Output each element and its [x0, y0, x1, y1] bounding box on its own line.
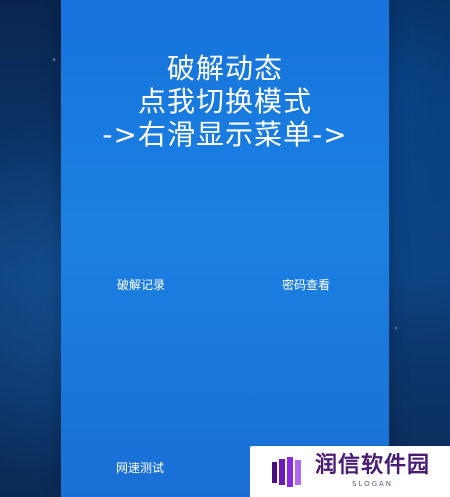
menu-item-network-speed-test[interactable]: 网速测试: [116, 462, 164, 474]
mode-switch-title[interactable]: 破解动态 点我切换模式 ->右滑显示菜单->: [61, 52, 389, 151]
app-screen: 破解动态 点我切换模式 ->右滑显示菜单-> 破解记录 密码查看 网速测试 润信…: [0, 0, 450, 497]
purple-bars-logo-icon: [272, 456, 301, 487]
menu-item-password-view[interactable]: 密码查看: [282, 279, 330, 291]
title-line-status: 破解动态: [166, 52, 283, 85]
main-panel[interactable]: 破解动态 点我切换模式 ->右滑显示菜单-> 破解记录 密码查看 网速测试: [61, 0, 389, 497]
title-line-mode: 点我切换模式: [137, 85, 312, 119]
site-watermark: 润信软件园 SLOGAN: [250, 446, 450, 497]
menu-item-crack-records[interactable]: 破解记录: [117, 279, 165, 291]
watermark-slogan: SLOGAN: [351, 480, 394, 488]
title-line-swipe-hint: ->右滑显示菜单->: [102, 118, 348, 152]
watermark-text-group: 润信软件园 SLOGAN: [315, 455, 430, 488]
watermark-brand: 润信软件园: [315, 453, 431, 478]
